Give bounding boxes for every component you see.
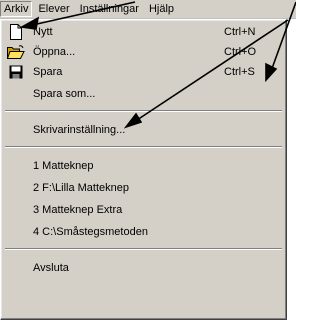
shortcut-label: Ctrl+O [224,46,257,58]
menu-item-recent-1[interactable]: 1 Matteknep [3,156,284,176]
menu-item-spara-som[interactable]: Spara som... [3,84,284,104]
menu-separator [5,146,282,148]
recent-file-label: 2 F:\Lilla Matteknep [33,182,129,194]
menu-item-nytt[interactable]: Nytt Ctrl+N [3,22,284,42]
floppy-disk-icon [3,62,29,82]
recent-file-label: 1 Matteknep [33,160,94,172]
menu-hjalp[interactable]: Hjälp [145,1,178,17]
menu-installningar[interactable]: Inställningar [76,1,143,17]
shortcut-label: Ctrl+N [224,26,256,38]
new-document-icon [3,22,29,42]
menu-item-spara[interactable]: Spara Ctrl+S [3,62,284,82]
menu-item-label: Spara [33,66,63,78]
menu-arkiv[interactable]: Arkiv [0,1,33,17]
recent-file-label: 3 Matteknep Extra [33,204,123,216]
menu-item-label: Skrivarinställning... [33,124,126,136]
menu-item-label: Öppna... [33,46,76,58]
menu-item-skrivarinstallning[interactable]: Skrivarinställning... [3,120,284,140]
menu-item-label: Avsluta [33,262,69,274]
open-folder-icon [3,42,29,62]
menu-item-oppna[interactable]: Öppna... Ctrl+O [3,42,284,62]
menu-separator [5,110,282,112]
menu-item-label: Spara som... [33,88,96,100]
menu-item-label: Nytt [33,26,53,38]
menu-separator [5,248,282,250]
file-menu-dropdown: Nytt Ctrl+N Öppna... Ctrl+O Spara Ctrl+S… [0,19,287,320]
recent-file-label: 4 C:\Småstegsmetoden [33,226,148,238]
shortcut-label: Ctrl+S [224,66,255,78]
menu-item-avsluta[interactable]: Avsluta [3,258,284,278]
menu-item-recent-3[interactable]: 3 Matteknep Extra [3,200,284,220]
menu-elever[interactable]: Elever [34,1,73,17]
menu-bar: Arkiv Elever Inställningar Hjälp [0,0,296,19]
menu-item-recent-2[interactable]: 2 F:\Lilla Matteknep [3,178,284,198]
menu-item-recent-4[interactable]: 4 C:\Småstegsmetoden [3,222,284,242]
